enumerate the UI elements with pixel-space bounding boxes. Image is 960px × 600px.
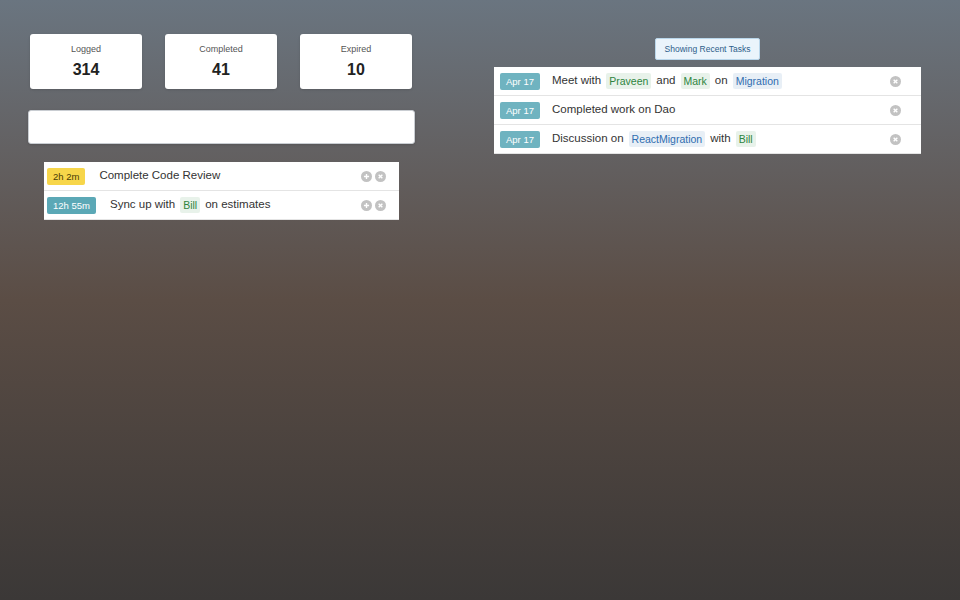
stat-value: 314	[73, 60, 100, 80]
remove-icon[interactable]	[890, 76, 901, 87]
timed-task-list: 2h 2m Complete Code Review12h 55m Sync up …	[44, 162, 399, 220]
task-input[interactable]	[28, 110, 415, 144]
stat-card: Logged 314	[30, 34, 142, 89]
task-actions	[361, 171, 386, 182]
timed-task-row[interactable]: 12h 55m Sync up with Bill on estimates	[44, 191, 399, 220]
task-words: Meet with	[552, 72, 601, 89]
stat-value: 10	[347, 60, 365, 80]
timed-task-row[interactable]: 2h 2m Complete Code Review	[44, 162, 399, 191]
remove-icon[interactable]	[890, 134, 901, 145]
remove-icon[interactable]	[375, 171, 386, 182]
task-tag[interactable]: Migration	[733, 73, 782, 89]
plus-icon[interactable]	[361, 200, 372, 211]
task-text: Sync up with Bill on estimates	[110, 196, 347, 213]
task-body: Discussion on ReactMigrationwith Bill	[552, 130, 878, 147]
time-badge: Apr 17	[500, 131, 540, 148]
task-words: Complete Code Review	[99, 167, 220, 184]
task-text: Meet with Praveen and Markon Migration	[552, 72, 878, 89]
stat-label: Expired	[341, 43, 372, 55]
time-badge: 2h 2m	[47, 168, 85, 185]
task-words: Sync up with	[110, 196, 175, 213]
right-column: Showing Recent Tasks Apr 17 Meet with Prave…	[494, 38, 921, 600]
recent-task-row[interactable]: Apr 17 Discussion on ReactMigrationwith Bil…	[494, 125, 921, 154]
time-badge: 12h 55m	[47, 197, 96, 214]
task-tag[interactable]: Mark	[681, 73, 710, 89]
task-words: on	[715, 72, 728, 89]
stat-value: 41	[212, 60, 230, 80]
dashboard: Logged 314 Completed 41 Expired 10 2h 2m Comple…	[0, 0, 960, 600]
task-tag[interactable]: Bill	[736, 131, 756, 147]
stat-label: Logged	[71, 43, 101, 55]
task-words: Completed work on Dao	[552, 101, 675, 118]
task-text: Complete Code Review	[99, 167, 347, 184]
left-column: Logged 314 Completed 41 Expired 10 2h 2m Comple…	[28, 34, 416, 600]
recent-toggle-button[interactable]: Showing Recent Tasks	[655, 38, 761, 60]
stat-label: Completed	[199, 43, 243, 55]
task-body: Meet with Praveen and Markon Migration	[552, 72, 878, 89]
task-body: Sync up with Bill on estimates	[110, 196, 347, 213]
task-text: Discussion on ReactMigrationwith Bill	[552, 130, 878, 147]
task-body: Complete Code Review	[99, 167, 347, 184]
task-tag[interactable]: Bill	[180, 197, 200, 213]
task-actions	[361, 200, 386, 211]
task-body: Completed work on Dao	[552, 101, 878, 118]
task-words: with	[710, 130, 730, 147]
recent-task-row[interactable]: Apr 17 Meet with Praveen and Markon Migration	[494, 67, 921, 96]
task-words: Discussion on	[552, 130, 624, 147]
time-badge: Apr 17	[500, 102, 540, 119]
task-words: on estimates	[205, 196, 270, 213]
remove-icon[interactable]	[375, 200, 386, 211]
stat-card: Expired 10	[300, 34, 412, 89]
time-badge: Apr 17	[500, 73, 540, 90]
plus-icon[interactable]	[361, 171, 372, 182]
recent-task-row[interactable]: Apr 17 Completed work on Dao	[494, 96, 921, 125]
task-text: Completed work on Dao	[552, 101, 878, 118]
task-words: and	[656, 72, 675, 89]
stats-row: Logged 314 Completed 41 Expired 10	[30, 34, 416, 89]
stat-card: Completed 41	[165, 34, 277, 89]
task-tag[interactable]: Praveen	[606, 73, 651, 89]
recent-task-list: Apr 17 Meet with Praveen and Markon Migration…	[494, 67, 921, 154]
remove-icon[interactable]	[890, 105, 901, 116]
task-tag[interactable]: ReactMigration	[629, 131, 706, 147]
